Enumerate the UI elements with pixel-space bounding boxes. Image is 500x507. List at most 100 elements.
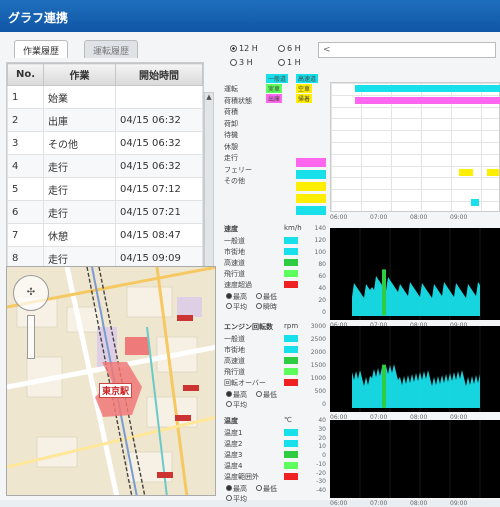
- cell-work: 走行: [43, 200, 116, 224]
- speed-y-tick: 120: [314, 237, 326, 244]
- gantt-row-label: 荷積: [224, 108, 238, 116]
- speed-series-swatch: [284, 237, 298, 244]
- cell-start-time: 04/15 06:32: [115, 108, 203, 132]
- temp-series-label: 温度1: [224, 429, 243, 437]
- engine-mode-radio[interactable]: 最低: [256, 390, 277, 400]
- temp-unit: ℃: [284, 416, 292, 424]
- engine-y-tick: 2500: [310, 336, 326, 343]
- engine-y-tick: 2000: [310, 349, 326, 356]
- radio-1h[interactable]: 1 H: [278, 58, 301, 67]
- table-row[interactable]: 2 出庫 04/15 06:32: [7, 108, 203, 132]
- engine-series-swatch: [284, 346, 298, 353]
- temp-series-swatch: [284, 473, 298, 480]
- temp-series-label: 温度2: [224, 440, 243, 448]
- temp-mode-radio[interactable]: 最低: [256, 484, 277, 494]
- time-nav-prev[interactable]: <: [318, 42, 496, 58]
- gantt-bar: [355, 97, 500, 104]
- cell-work: 走行: [43, 154, 116, 178]
- gantt-row-label: 荷積状態: [224, 96, 252, 105]
- speed-mode-radio[interactable]: 最高: [226, 292, 247, 302]
- gantt-legend-item: 空車: [296, 84, 313, 93]
- temp-series-label: 温度4: [224, 462, 243, 470]
- speed-series-swatch: [284, 281, 298, 288]
- cell-start-time: 04/15 08:47: [115, 223, 203, 247]
- speed-y-tick: 140: [314, 225, 326, 232]
- temp-y-tick: 30: [318, 425, 326, 433]
- table-row[interactable]: 4 走行 04/15 06:32: [7, 154, 203, 178]
- engine-y-tick: 1000: [310, 375, 326, 382]
- temp-mode-radio[interactable]: 最高: [226, 484, 247, 494]
- gantt-bar: [487, 169, 499, 176]
- col-header-no[interactable]: No.: [7, 63, 44, 86]
- table-row[interactable]: 3 その他 04/15 06:32: [7, 131, 203, 155]
- gantt-swatch: [296, 182, 326, 191]
- col-header-start-time[interactable]: 開始時間: [115, 63, 203, 86]
- radio-6h[interactable]: 6 H: [278, 44, 301, 53]
- table-scrollbar[interactable]: ▲ ▼: [204, 92, 214, 292]
- engine-y-tick: 3000: [310, 323, 326, 330]
- temp-series-label: 温度範囲外: [224, 473, 259, 481]
- map-station-label: 東京駅: [99, 383, 133, 398]
- cell-start-time: 04/15 06:32: [115, 154, 203, 178]
- cell-no: 3: [7, 131, 44, 155]
- cell-start-time: 04/15 06:32: [115, 131, 203, 155]
- speed-series-label: 一般道: [224, 237, 245, 245]
- app-title: グラフ連携: [0, 0, 500, 32]
- cell-work: 走行: [43, 177, 116, 201]
- engine-series-swatch: [284, 357, 298, 364]
- tab-work-history[interactable]: 作業履歴: [14, 40, 69, 58]
- radio-12h[interactable]: 12 H: [230, 44, 258, 53]
- temp-y-tick: -40: [316, 487, 326, 494]
- gantt-row-label: 休憩: [224, 142, 238, 151]
- table-row[interactable]: 6 走行 04/15 07:21: [7, 200, 203, 224]
- cell-no: 5: [7, 177, 44, 201]
- speed-series-label: 速度超過: [224, 281, 252, 289]
- speed-mode-radio[interactable]: 平均: [226, 302, 247, 312]
- speed-mode-radio[interactable]: 瞬時: [256, 302, 277, 312]
- work-history-table: No. 作業 開始時間 1 始業 2 出庫 04/15 06:32 3 その他 04/15 0…: [6, 62, 204, 292]
- speed-series-label: 高速道: [224, 259, 245, 267]
- temp-mode-radio[interactable]: 平均: [226, 494, 247, 504]
- cell-no: 2: [7, 108, 44, 132]
- speed-series-swatch: [284, 270, 298, 277]
- engine-mode-radio[interactable]: 平均: [226, 400, 247, 410]
- gantt-bar: [355, 85, 500, 92]
- temp-y-tick: -30: [316, 478, 326, 486]
- table-row[interactable]: 7 休憩 04/15 08:47: [7, 223, 203, 247]
- gantt-time-tick: 08:00: [410, 214, 428, 221]
- col-header-work[interactable]: 作業: [43, 63, 116, 86]
- engine-y-tick: 1500: [310, 362, 326, 369]
- gantt-row-label: 荷卸: [224, 119, 238, 128]
- speed-mode-radio[interactable]: 最低: [256, 292, 277, 302]
- speed-series-label: 飛行道: [224, 270, 245, 278]
- temp-time-tick: 08:00: [410, 500, 428, 507]
- tab-drive-history[interactable]: 運転履歴: [84, 40, 139, 58]
- gantt-swatch: [296, 194, 326, 203]
- table-row[interactable]: 5 走行 04/15 07:12: [7, 177, 203, 201]
- gantt-swatch: [296, 206, 326, 215]
- map-pan-control[interactable]: ✣: [13, 275, 49, 311]
- radio-3h[interactable]: 3 H: [230, 58, 253, 67]
- temp-series-swatch: [284, 451, 298, 458]
- temp-time-tick: 06:00: [330, 500, 348, 507]
- speed-plot: [330, 228, 500, 320]
- engine-series-label: 飛行道: [224, 368, 245, 376]
- engine-y-tick: 0: [322, 401, 326, 408]
- engine-series-label: 高速道: [224, 357, 245, 365]
- engine-series-label: 回転オーバー: [224, 379, 266, 387]
- engine-series-label: 市街地: [224, 346, 245, 354]
- speed-y-tick: 0: [322, 309, 326, 316]
- gantt-row-label: 運転: [224, 85, 238, 93]
- engine-mode-radio[interactable]: 最高: [226, 390, 247, 400]
- table-row[interactable]: 1 始業: [7, 85, 203, 109]
- temp-y-tick: 0: [322, 452, 326, 459]
- engine-series-swatch: [284, 335, 298, 342]
- cell-start-time: 04/15 07:12: [115, 177, 203, 201]
- speed-series-swatch: [284, 248, 298, 255]
- temp-series-label: 温度3: [224, 451, 243, 459]
- cell-no: 7: [7, 223, 44, 247]
- map-zoom-slider[interactable]: [27, 315, 35, 359]
- temp-time-tick: 09:00: [450, 500, 468, 507]
- scroll-up-icon[interactable]: ▲: [205, 93, 213, 103]
- map-view[interactable]: ✣ 東京駅: [6, 266, 216, 496]
